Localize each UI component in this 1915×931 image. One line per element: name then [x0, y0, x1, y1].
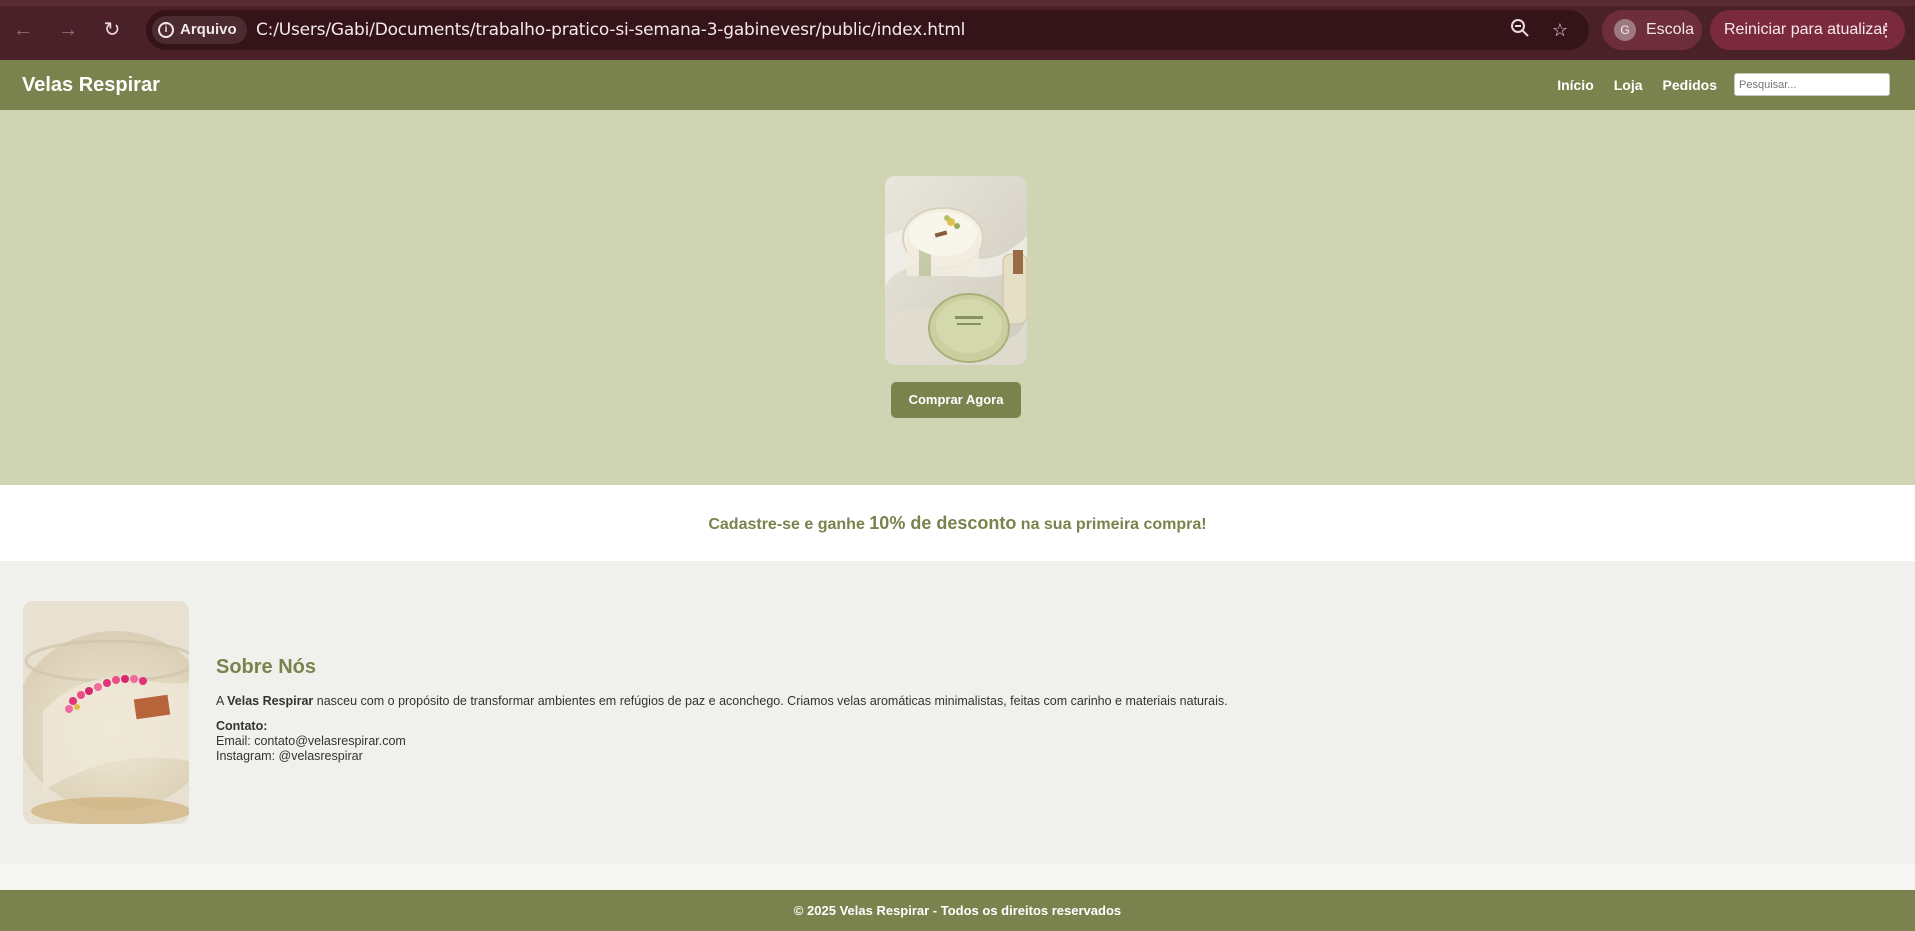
promo-suffix: na sua primeira compra! — [1016, 516, 1207, 533]
main-nav: Início Loja Pedidos — [1557, 60, 1717, 110]
back-arrow-icon[interactable]: ← — [10, 17, 36, 43]
contact-email: Email: contato@velasrespirar.com — [216, 734, 406, 748]
contact-instagram: Instagram: @velasrespirar — [216, 749, 363, 763]
about-text-suffix: nasceu com o propósito de transformar am… — [313, 694, 1228, 708]
about-description: A Velas Respirar nasceu com o propósito … — [216, 693, 1816, 709]
brand-logo[interactable]: Velas Respirar — [22, 60, 160, 110]
promo-highlight: 10% de desconto — [869, 513, 1017, 533]
nav-link-pedidos[interactable]: Pedidos — [1663, 77, 1717, 93]
about-text-prefix: A — [216, 694, 228, 708]
promo-banner: Cadastre-se e ganhe 10% de desconto na s… — [0, 485, 1915, 561]
about-content: Sobre Nós A Velas Respirar nasceu com o … — [216, 656, 1816, 764]
update-label: Reiniciar para atualizar — [1724, 21, 1888, 38]
promo-prefix: Cadastre-se e ganhe — [708, 516, 870, 533]
url-text[interactable]: C:/Users/Gabi/Documents/trabalho-pratico… — [256, 10, 965, 50]
address-bar[interactable]: i Arquivo C:/Users/Gabi/Documents/trabal… — [146, 10, 1589, 50]
zoom-out-icon[interactable] — [1508, 18, 1532, 42]
avatar: G — [1614, 19, 1636, 41]
about-brand-name: Velas Respirar — [227, 694, 314, 708]
profile-name: Escola — [1646, 21, 1695, 38]
nav-link-loja[interactable]: Loja — [1614, 77, 1643, 93]
nav-link-inicio[interactable]: Início — [1557, 77, 1594, 93]
reload-icon[interactable]: ↻ — [99, 17, 125, 43]
promo-text: Cadastre-se e ganhe 10% de desconto na s… — [0, 485, 1915, 563]
site-footer: © 2025 Velas Respirar - Todos os direito… — [0, 890, 1915, 931]
buy-now-button[interactable]: Comprar Agora — [891, 382, 1021, 418]
info-icon: i — [158, 22, 174, 38]
search-input[interactable] — [1734, 73, 1890, 96]
about-section: Sobre Nós A Velas Respirar nasceu com o … — [0, 561, 1915, 864]
browser-toolbar: ← → ↻ i Arquivo C:/Users/Gabi/Documents/… — [0, 0, 1915, 60]
forward-arrow-icon[interactable]: → — [55, 17, 81, 43]
tab-strip — [0, 0, 1915, 6]
update-button[interactable]: Reiniciar para atualizar ⋮ — [1710, 10, 1905, 50]
profile-button[interactable]: G Escola — [1602, 10, 1702, 50]
site-info-label: Arquivo — [180, 21, 237, 38]
star-icon[interactable]: ☆ — [1548, 18, 1572, 42]
about-candle-image — [23, 601, 189, 824]
about-title: Sobre Nós — [216, 656, 317, 678]
hero-section: Comprar Agora — [0, 110, 1915, 485]
kebab-menu-icon[interactable]: ⋮ — [1877, 10, 1895, 50]
site-header: Velas Respirar Início Loja Pedidos — [0, 60, 1915, 110]
site-info-chip[interactable]: i Arquivo — [152, 16, 247, 44]
footer-copyright: © 2025 Velas Respirar - Todos os direito… — [793, 903, 1122, 918]
contact-label: Contato: — [216, 719, 268, 733]
hero-candle-image — [885, 176, 1027, 365]
